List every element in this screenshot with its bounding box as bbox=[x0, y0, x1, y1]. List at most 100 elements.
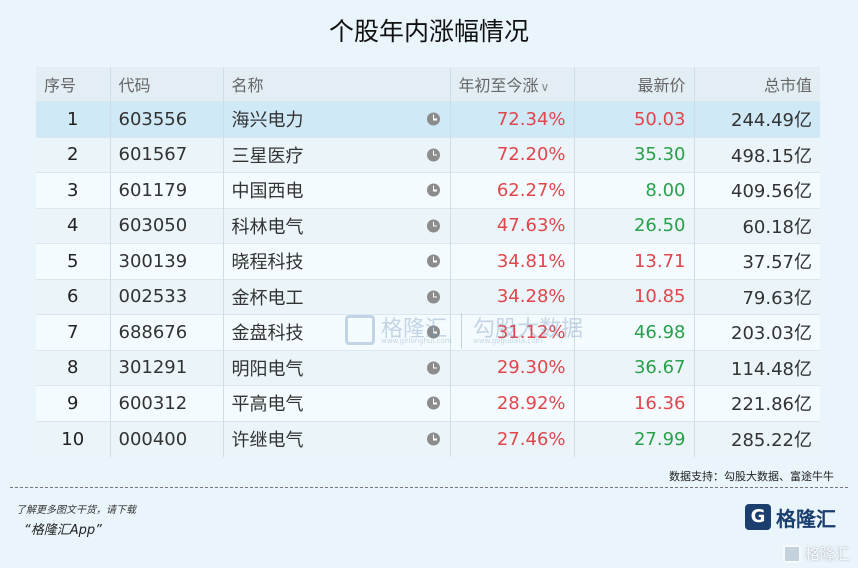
page-title: 个股年内涨幅情况 bbox=[328, 17, 529, 46]
market-cap: 114.48亿 bbox=[694, 349, 820, 386]
latest-price: 13.71 bbox=[574, 243, 695, 279]
clock-icon[interactable] bbox=[426, 325, 440, 339]
market-cap: 409.56亿 bbox=[694, 172, 820, 208]
stock-name-label: 平高电气 bbox=[231, 394, 304, 416]
stock-code: 603556 bbox=[110, 101, 224, 137]
stock-name-label: 海兴电力 bbox=[231, 110, 304, 132]
corner-watermark-text: 格隆汇 bbox=[804, 545, 850, 563]
latest-price: 35.30 bbox=[574, 136, 695, 173]
clock-icon[interactable] bbox=[426, 254, 440, 268]
stock-name: 许继电气 bbox=[223, 420, 451, 457]
row-index: 5 bbox=[36, 243, 111, 279]
download-prompt: 了解更多图文干货，请下载 bbox=[16, 505, 136, 516]
stock-code: 000400 bbox=[110, 420, 224, 457]
header-market-cap[interactable]: 总市值 bbox=[694, 67, 820, 102]
row-index: 8 bbox=[36, 349, 111, 386]
clock-icon[interactable] bbox=[426, 361, 440, 375]
brand-logo: 格隆汇 bbox=[745, 502, 836, 532]
stock-code: 002533 bbox=[110, 278, 224, 315]
stock-code: 600312 bbox=[110, 385, 224, 421]
row-index: 2 bbox=[36, 136, 111, 173]
ytd-change: 28.92% bbox=[450, 385, 575, 421]
table-row[interactable]: 10 000400 许继电气 27.46% 27.99 285.22亿 bbox=[36, 420, 820, 457]
market-cap: 79.63亿 bbox=[694, 278, 820, 315]
market-cap: 244.49亿 bbox=[694, 101, 820, 137]
market-cap: 203.03亿 bbox=[694, 314, 820, 350]
stock-name: 中国西电 bbox=[223, 172, 451, 208]
header-name[interactable]: 名称 bbox=[223, 67, 451, 102]
table-row[interactable]: 3 601179 中国西电 62.27% 8.00 409.56亿 bbox=[36, 172, 820, 208]
latest-price: 46.98 bbox=[574, 314, 695, 350]
row-index: 7 bbox=[36, 314, 111, 350]
stock-name-label: 金盘科技 bbox=[231, 323, 304, 345]
stock-code: 603050 bbox=[110, 207, 224, 244]
stock-name: 金杯电工 bbox=[223, 278, 451, 315]
table-header-row: 序号 代码 名称 年初至今涨 ∨ 最新价 总市值 bbox=[36, 67, 820, 102]
table-row[interactable]: 5 300139 晓程科技 34.81% 13.71 37.57亿 bbox=[36, 243, 820, 279]
table-row[interactable]: 7 688676 金盘科技 31.12% 46.98 203.03亿 bbox=[36, 314, 820, 350]
market-cap: 221.86亿 bbox=[694, 385, 820, 421]
latest-price: 26.50 bbox=[574, 207, 695, 244]
stock-name: 平高电气 bbox=[223, 385, 451, 421]
table-row[interactable]: 8 301291 明阳电气 29.30% 36.67 114.48亿 bbox=[36, 349, 820, 386]
market-cap: 37.57亿 bbox=[694, 243, 820, 279]
stock-code: 601179 bbox=[110, 172, 224, 208]
stock-name: 三星医疗 bbox=[223, 136, 451, 173]
header-ytd-change[interactable]: 年初至今涨 ∨ bbox=[450, 67, 575, 102]
row-index: 10 bbox=[36, 420, 111, 457]
stock-name-label: 三星医疗 bbox=[231, 145, 304, 167]
stock-name: 金盘科技 bbox=[223, 314, 451, 350]
stock-code: 688676 bbox=[110, 314, 224, 350]
clock-icon[interactable] bbox=[426, 290, 440, 304]
table-row[interactable]: 1 603556 海兴电力 72.34% 50.03 244.49亿 bbox=[36, 101, 820, 137]
row-index: 3 bbox=[36, 172, 111, 208]
stock-code: 300139 bbox=[110, 243, 224, 279]
row-index: 9 bbox=[36, 385, 111, 421]
clock-icon[interactable] bbox=[426, 183, 440, 197]
gelonghui-logo-icon bbox=[745, 504, 771, 530]
ytd-change: 72.34% bbox=[450, 101, 575, 137]
app-name: “格隆汇App” bbox=[24, 523, 102, 538]
clock-icon[interactable] bbox=[426, 148, 440, 162]
stock-name: 科林电气 bbox=[223, 207, 451, 244]
stock-name-label: 许继电气 bbox=[231, 430, 304, 451]
stock-table: 序号 代码 名称 年初至今涨 ∨ 最新价 总市值 1 603556 海兴电力 72.34… bbox=[36, 67, 820, 457]
market-cap: 285.22亿 bbox=[694, 420, 820, 457]
corner-watermark: 格隆汇 bbox=[782, 543, 850, 564]
stock-name: 明阳电气 bbox=[223, 349, 451, 386]
header-code[interactable]: 代码 bbox=[110, 67, 224, 102]
row-index: 1 bbox=[36, 101, 111, 137]
latest-price: 10.85 bbox=[574, 278, 695, 315]
stock-code: 301291 bbox=[110, 349, 224, 386]
table-row[interactable]: 6 002533 金杯电工 34.28% 10.85 79.63亿 bbox=[36, 278, 820, 315]
stock-name-label: 明阳电气 bbox=[231, 358, 304, 380]
ytd-change: 27.46% bbox=[450, 420, 575, 457]
stock-name-label: 晓程科技 bbox=[231, 252, 304, 274]
ytd-change: 34.28% bbox=[450, 278, 575, 315]
latest-price: 50.03 bbox=[574, 101, 695, 137]
header-latest-price[interactable]: 最新价 bbox=[574, 67, 695, 102]
table-row[interactable]: 2 601567 三星医疗 72.20% 35.30 498.15亿 bbox=[36, 136, 820, 173]
clock-icon[interactable] bbox=[426, 219, 440, 233]
header-index[interactable]: 序号 bbox=[36, 67, 111, 102]
ytd-change: 34.81% bbox=[450, 243, 575, 279]
data-source-note: 数据支持：勾股大数据、富途牛牛 bbox=[669, 470, 834, 483]
stock-name-label: 中国西电 bbox=[231, 181, 304, 203]
stock-name: 晓程科技 bbox=[223, 243, 451, 279]
clock-icon[interactable] bbox=[426, 396, 440, 410]
ytd-change: 31.12% bbox=[450, 314, 575, 350]
table-row[interactable]: 9 600312 平高电气 28.92% 16.36 221.86亿 bbox=[36, 385, 820, 421]
footer-divider bbox=[10, 487, 848, 488]
market-cap: 498.15亿 bbox=[694, 136, 820, 173]
clock-icon[interactable] bbox=[426, 112, 440, 126]
chevron-down-icon[interactable]: ∨ bbox=[541, 80, 550, 94]
table-row[interactable]: 4 603050 科林电气 47.63% 26.50 60.18亿 bbox=[36, 207, 820, 244]
latest-price: 36.67 bbox=[574, 349, 695, 386]
header-ytd-change-label: 年初至今涨 bbox=[458, 76, 539, 95]
stock-name-label: 科林电气 bbox=[231, 216, 304, 238]
clock-icon[interactable] bbox=[426, 432, 440, 446]
row-index: 4 bbox=[36, 207, 111, 244]
latest-price: 16.36 bbox=[574, 385, 695, 421]
stock-code: 601567 bbox=[110, 136, 224, 173]
stock-name: 海兴电力 bbox=[223, 101, 451, 137]
